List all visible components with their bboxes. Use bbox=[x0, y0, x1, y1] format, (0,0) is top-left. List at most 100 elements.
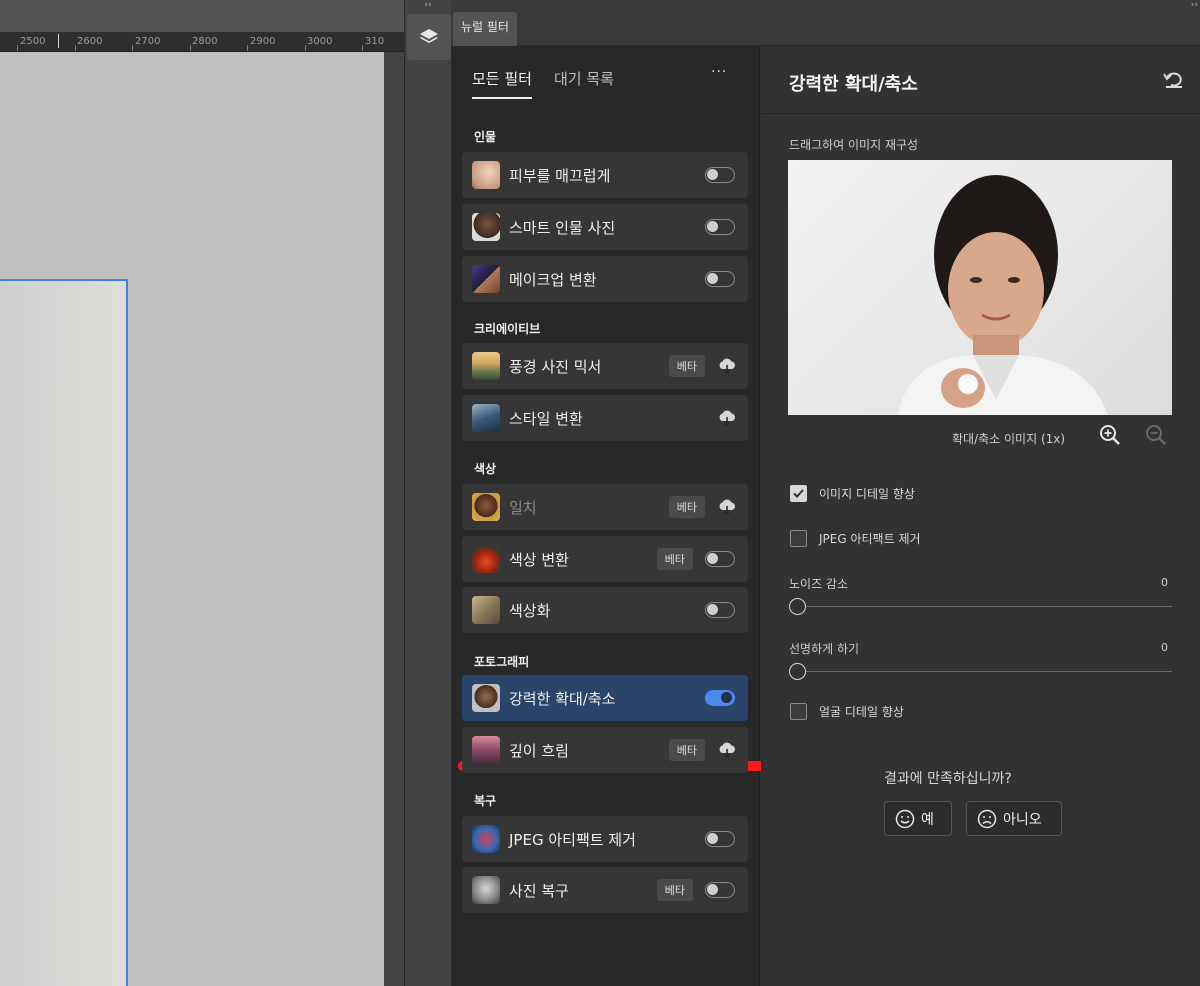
filter-item-skin-smoothing[interactable]: 피부를 매끄럽게 bbox=[462, 152, 748, 198]
filter-item-style-transfer[interactable]: 스타일 변환 bbox=[462, 395, 748, 441]
checkbox-label: 얼굴 디테일 향상 bbox=[819, 705, 904, 719]
section-portraits: 인물 bbox=[474, 130, 497, 144]
makeup-transfer-thumbnail bbox=[472, 265, 500, 293]
filter-toggle[interactable] bbox=[705, 271, 735, 287]
filter-toggle[interactable] bbox=[705, 690, 735, 706]
filter-item-label: 색상화 bbox=[509, 601, 551, 620]
filter-toggle[interactable] bbox=[705, 882, 735, 898]
reset-icon[interactable] bbox=[1163, 70, 1185, 90]
feedback-question: 결과에 만족하십니까? bbox=[884, 771, 1012, 787]
cloud-download-icon[interactable] bbox=[717, 498, 737, 516]
face-detail-option[interactable]: 얼굴 디테일 향상 bbox=[790, 703, 904, 720]
sharpen-track[interactable] bbox=[797, 671, 1172, 672]
super-zoom-thumbnail bbox=[472, 684, 500, 712]
panel-header: 뉴럴 필터 ›› bbox=[451, 0, 1200, 46]
checkbox-label: JPEG 아티팩트 제거 bbox=[819, 532, 921, 546]
beta-badge: 베타 bbox=[656, 879, 693, 901]
filter-item-makeup-transfer[interactable]: 메이크업 변환 bbox=[462, 256, 748, 302]
photo-restoration-thumbnail bbox=[472, 876, 500, 904]
beta-badge: 베타 bbox=[668, 496, 705, 518]
remove-jpeg-option[interactable]: JPEG 아티팩트 제거 bbox=[790, 530, 921, 547]
zoom-out-icon[interactable] bbox=[1144, 423, 1168, 447]
style-transfer-thumbnail bbox=[472, 404, 500, 432]
cloud-download-icon[interactable] bbox=[717, 741, 737, 759]
top-strip bbox=[0, 0, 404, 32]
ruler-tick: 2600 bbox=[77, 36, 103, 47]
filter-item-colorize[interactable]: 색상화 bbox=[462, 587, 748, 633]
ruler-tick: 2800 bbox=[192, 36, 218, 47]
neural-filters-panel: 뉴럴 필터 ›› 모든 필터 대기 목록 ··· 인물 피부를 매끄럽게 스마트… bbox=[451, 0, 1200, 986]
filter-toggle[interactable] bbox=[705, 602, 735, 618]
preview-image[interactable] bbox=[788, 160, 1172, 415]
filter-item-photo-restoration[interactable]: 사진 복구 베타 bbox=[462, 867, 748, 913]
checkbox-label: 이미지 디테일 향상 bbox=[819, 487, 915, 501]
feedback-no-label: 아니오 bbox=[1003, 811, 1042, 828]
filter-item-smart-portrait[interactable]: 스마트 인물 사진 bbox=[462, 204, 748, 250]
skin-smoothing-thumbnail bbox=[472, 161, 500, 189]
collapse-left-icon[interactable]: ‹‹ bbox=[405, 0, 451, 10]
sharpen-label: 선명하게 하기 bbox=[789, 642, 860, 656]
ruler-tick: 310 bbox=[365, 36, 385, 47]
cloud-download-icon[interactable] bbox=[717, 409, 737, 427]
cloud-download-icon[interactable] bbox=[717, 357, 737, 375]
feedback-no-button[interactable]: 아니오 bbox=[966, 801, 1062, 836]
noise-reduction-label: 노이즈 감소 bbox=[789, 577, 849, 591]
filter-item-label: 깊이 흐림 bbox=[509, 741, 569, 760]
filter-toggle[interactable] bbox=[705, 831, 735, 847]
checkmark-icon bbox=[793, 489, 804, 498]
settings-title: 강력한 확대/축소 bbox=[789, 74, 918, 95]
tab-waitlist[interactable]: 대기 목록 bbox=[554, 68, 614, 99]
filter-item-landscape-mixer[interactable]: 풍경 사진 믹서 베타 bbox=[462, 343, 748, 389]
smart-portrait-thumbnail bbox=[472, 213, 500, 241]
filter-item-label: 강력한 확대/축소 bbox=[509, 689, 616, 708]
feedback-yes-button[interactable]: 예 bbox=[884, 801, 952, 836]
beta-badge: 베타 bbox=[668, 739, 705, 761]
filter-item-label: 사진 복구 bbox=[509, 881, 569, 900]
filter-item-super-zoom[interactable]: 강력한 확대/축소 bbox=[462, 675, 748, 721]
remove-jpeg-checkbox[interactable] bbox=[790, 530, 807, 547]
filter-toggle[interactable] bbox=[705, 551, 735, 567]
filter-item-depth-blur[interactable]: 깊이 흐림 베타 bbox=[462, 727, 748, 773]
document-canvas[interactable] bbox=[0, 279, 128, 986]
filter-item-jpeg-removal[interactable]: JPEG 아티팩트 제거 bbox=[462, 816, 748, 862]
sharpen-slider[interactable] bbox=[789, 663, 806, 680]
face-detail-checkbox[interactable] bbox=[790, 703, 807, 720]
panel-tab-neural-filters[interactable]: 뉴럴 필터 bbox=[453, 12, 517, 46]
canvas-scrollbar[interactable] bbox=[384, 52, 404, 986]
noise-reduction-slider[interactable] bbox=[789, 598, 806, 615]
filter-item-label: 메이크업 변환 bbox=[509, 270, 597, 289]
collapse-right-icon[interactable]: ›› bbox=[1191, 0, 1198, 10]
portrait-illustration bbox=[898, 175, 1108, 415]
filter-item-color-transfer[interactable]: 색상 변환 베타 bbox=[462, 536, 748, 582]
colorize-thumbnail bbox=[472, 596, 500, 624]
ruler-tick: 2900 bbox=[250, 36, 276, 47]
filter-list: 모든 필터 대기 목록 ··· 인물 피부를 매끄럽게 스마트 인물 사진 메이… bbox=[451, 46, 768, 986]
ruler-tick: 2500 bbox=[20, 36, 46, 47]
tab-all-filters[interactable]: 모든 필터 bbox=[472, 68, 532, 99]
zoom-in-icon[interactable] bbox=[1098, 423, 1122, 447]
depth-blur-thumbnail bbox=[472, 736, 500, 764]
filter-item-harmonization[interactable]: 일치 베타 bbox=[462, 484, 748, 530]
filter-item-label: 색상 변환 bbox=[509, 550, 569, 569]
filter-item-label: 피부를 매끄럽게 bbox=[509, 166, 611, 185]
filter-item-label: JPEG 아티팩트 제거 bbox=[509, 830, 636, 849]
settings-header: 강력한 확대/축소 bbox=[761, 46, 1200, 114]
landscape-mixer-thumbnail bbox=[472, 352, 500, 380]
beta-badge: 베타 bbox=[668, 355, 705, 377]
filter-settings: 강력한 확대/축소 드래그하여 이미지 재구성 확대/축소 이미지 (1x) 이… bbox=[761, 46, 1200, 986]
filter-toggle[interactable] bbox=[705, 167, 735, 183]
enhance-detail-checkbox[interactable] bbox=[790, 485, 807, 502]
noise-reduction-track[interactable] bbox=[797, 606, 1172, 607]
enhance-detail-option[interactable]: 이미지 디테일 향상 bbox=[790, 485, 915, 502]
filter-item-label: 스타일 변환 bbox=[509, 409, 583, 428]
frown-icon bbox=[977, 809, 997, 828]
more-options-icon[interactable]: ··· bbox=[711, 64, 727, 80]
filter-toggle[interactable] bbox=[705, 219, 735, 235]
layers-button[interactable] bbox=[407, 14, 451, 60]
ruler-tick: 2700 bbox=[135, 36, 161, 47]
section-creative: 크리에이티브 bbox=[474, 322, 541, 336]
filter-item-label: 일치 bbox=[509, 498, 537, 517]
layers-icon bbox=[420, 29, 438, 43]
jpeg-removal-thumbnail bbox=[472, 825, 500, 853]
noise-reduction-value: 0 bbox=[1161, 576, 1168, 589]
